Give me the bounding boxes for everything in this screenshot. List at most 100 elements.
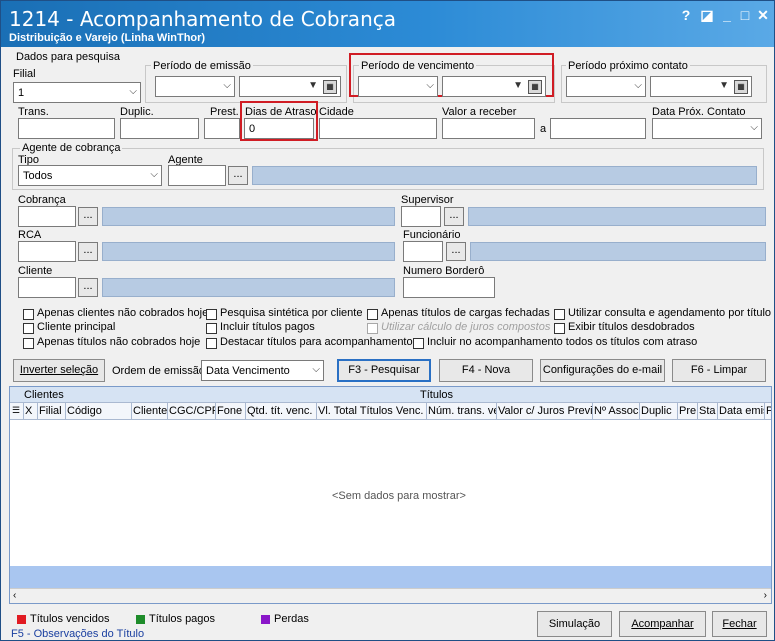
option-label: Utilizar cálculo de juros compostos bbox=[381, 321, 551, 333]
acompanhar-button[interactable]: Acompanhar bbox=[619, 611, 706, 637]
column-separator bbox=[23, 403, 24, 419]
column-header[interactable]: Sta bbox=[699, 405, 717, 417]
bordero-input[interactable] bbox=[403, 277, 495, 298]
simulacao-button[interactable]: Simulação bbox=[537, 611, 612, 637]
checkbox-consulta-agendamento[interactable] bbox=[554, 309, 565, 320]
column-header[interactable]: P bbox=[766, 405, 771, 417]
rca-search-button[interactable]: ... bbox=[78, 242, 98, 261]
proximo-contato-label: Período próximo contato bbox=[566, 60, 690, 72]
checkbox-cliente-principal[interactable] bbox=[23, 323, 34, 334]
cobranca-code-input[interactable] bbox=[18, 206, 76, 227]
column-header[interactable]: Pre bbox=[679, 405, 697, 417]
vencimento-start[interactable]: ⌵ bbox=[358, 76, 438, 97]
help-icon[interactable]: ? bbox=[677, 7, 695, 23]
column-header[interactable]: X bbox=[25, 405, 37, 417]
data-prox-select[interactable]: ⌵ bbox=[652, 118, 762, 139]
ordem-select[interactable]: Data Vencimento ⌵ bbox=[201, 360, 324, 381]
option-label: Incluir no acompanhamento todos os títul… bbox=[427, 336, 698, 348]
checkbox-titulos-nao-cobrados[interactable] bbox=[23, 338, 34, 349]
column-header[interactable]: Código bbox=[67, 405, 129, 417]
valor-receber-min[interactable] bbox=[442, 118, 535, 139]
dropdown-icon: ▼ bbox=[719, 80, 729, 91]
checkbox-cargas-fechadas[interactable] bbox=[367, 309, 378, 320]
cobranca-label: Cobrança bbox=[18, 194, 66, 206]
close-button[interactable]: ✕ bbox=[754, 7, 772, 24]
cliente-code-input[interactable] bbox=[18, 277, 76, 298]
nova-button[interactable]: F4 - Nova bbox=[439, 359, 533, 382]
pesquisar-button[interactable]: F3 - Pesquisar bbox=[337, 359, 431, 382]
dropdown-icon: ▼ bbox=[513, 80, 523, 91]
column-header[interactable]: Núm. trans. ve bbox=[428, 405, 496, 417]
column-header[interactable]: Duplic bbox=[641, 405, 677, 417]
maximize-button[interactable]: □ bbox=[736, 7, 754, 23]
legend-vencidos: Títulos vencidos bbox=[30, 613, 110, 625]
column-header[interactable]: CGC/CPF bbox=[169, 405, 215, 417]
perdas-color-icon bbox=[261, 615, 270, 624]
agente-code-input[interactable] bbox=[168, 165, 226, 186]
config-email-button[interactable]: Configurações do e-mail bbox=[540, 359, 665, 382]
chevron-down-icon: ⌵ bbox=[426, 80, 434, 91]
checkbox-incluir-pagos[interactable] bbox=[206, 323, 217, 334]
supervisor-search-button[interactable]: ... bbox=[444, 207, 464, 226]
column-separator bbox=[592, 403, 593, 419]
funcionario-search-button[interactable]: ... bbox=[446, 242, 466, 261]
tipo-select[interactable]: Todos ⌵ bbox=[18, 165, 162, 186]
column-header[interactable]: Data emis bbox=[719, 405, 764, 417]
dias-atraso-input[interactable]: 0 bbox=[244, 118, 314, 139]
vencimento-end[interactable]: ▼ ▦ bbox=[442, 76, 546, 97]
trans-input[interactable] bbox=[18, 118, 115, 139]
checkbox-titulos-desdobrados[interactable] bbox=[554, 323, 565, 334]
cobranca-search-button[interactable]: ... bbox=[78, 207, 98, 226]
restore-icon[interactable]: ◪ bbox=[698, 7, 716, 24]
funcionario-code-input[interactable] bbox=[403, 241, 443, 262]
scroll-right-icon[interactable]: › bbox=[764, 590, 767, 601]
proximo-contato-end[interactable]: ▼ ▦ bbox=[650, 76, 752, 97]
limpar-button[interactable]: F6 - Limpar bbox=[672, 359, 766, 382]
band-titulos: Títulos bbox=[420, 389, 454, 401]
horizontal-scrollbar[interactable]: ‹ › bbox=[10, 588, 771, 603]
checkbox-incluir-acompanhamento[interactable] bbox=[413, 338, 424, 349]
cliente-search-button[interactable]: ... bbox=[78, 278, 98, 297]
fechar-button[interactable]: Fechar bbox=[712, 611, 767, 637]
calendar-icon[interactable]: ▦ bbox=[528, 80, 542, 94]
rca-code-input[interactable] bbox=[18, 241, 76, 262]
emissao-start[interactable]: ⌵ bbox=[155, 76, 235, 97]
checkbox-pesquisa-sintetica[interactable] bbox=[206, 309, 217, 320]
cidade-input[interactable] bbox=[319, 118, 437, 139]
column-separator bbox=[764, 403, 765, 419]
scroll-left-icon[interactable]: ‹ bbox=[13, 590, 16, 601]
chevron-down-icon: ⌵ bbox=[750, 122, 758, 133]
chevron-down-icon: ⌵ bbox=[312, 364, 320, 375]
option-label: Apenas títulos de cargas fechadas bbox=[381, 307, 550, 319]
column-header[interactable]: Qtd. tít. venc. bbox=[247, 405, 315, 417]
app-window: 1214 - Acompanhamento de Cobrança Distri… bbox=[0, 0, 775, 641]
column-header[interactable]: Vl. Total Títulos Venc. bbox=[318, 405, 426, 417]
duplic-input[interactable] bbox=[120, 118, 199, 139]
option-label: Destacar títulos para acompanhamento bbox=[220, 336, 413, 348]
supervisor-code-input[interactable] bbox=[401, 206, 441, 227]
emissao-end[interactable]: ▼ ▦ bbox=[239, 76, 341, 97]
column-chooser-icon[interactable]: ☰ bbox=[12, 405, 20, 416]
valor-receber-max[interactable] bbox=[550, 118, 646, 139]
agente-search-button[interactable]: ... bbox=[228, 166, 248, 185]
calendar-icon[interactable]: ▦ bbox=[323, 80, 337, 94]
column-header[interactable]: Cliente bbox=[133, 405, 167, 417]
column-separator bbox=[426, 403, 427, 419]
results-grid[interactable]: Clientes Títulos ☰ X Filial Código Cliente C… bbox=[9, 386, 772, 604]
checkbox-destacar-titulos[interactable] bbox=[206, 338, 217, 349]
column-header[interactable]: Nº Assoc bbox=[594, 405, 639, 417]
minimize-button[interactable]: _ bbox=[718, 7, 736, 23]
option-label: Cliente principal bbox=[37, 321, 116, 333]
column-header[interactable]: Filial bbox=[39, 405, 65, 417]
column-header[interactable]: Valor c/ Juros Previs bbox=[498, 405, 592, 417]
checkbox-apenas-clientes[interactable] bbox=[23, 309, 34, 320]
f5-observacoes-link[interactable]: F5 - Observações do Título bbox=[11, 628, 144, 640]
prest-input[interactable] bbox=[204, 118, 240, 139]
calendar-icon[interactable]: ▦ bbox=[734, 80, 748, 94]
column-header[interactable]: Fone bbox=[217, 405, 245, 417]
search-group-title: Dados para pesquisa bbox=[16, 51, 120, 63]
inverter-selecao-button[interactable]: Inverter seleção bbox=[13, 359, 105, 382]
proximo-contato-start[interactable]: ⌵ bbox=[566, 76, 646, 97]
legend-pagos: Títulos pagos bbox=[149, 613, 216, 625]
filial-select[interactable]: 1 ⌵ bbox=[13, 82, 141, 103]
